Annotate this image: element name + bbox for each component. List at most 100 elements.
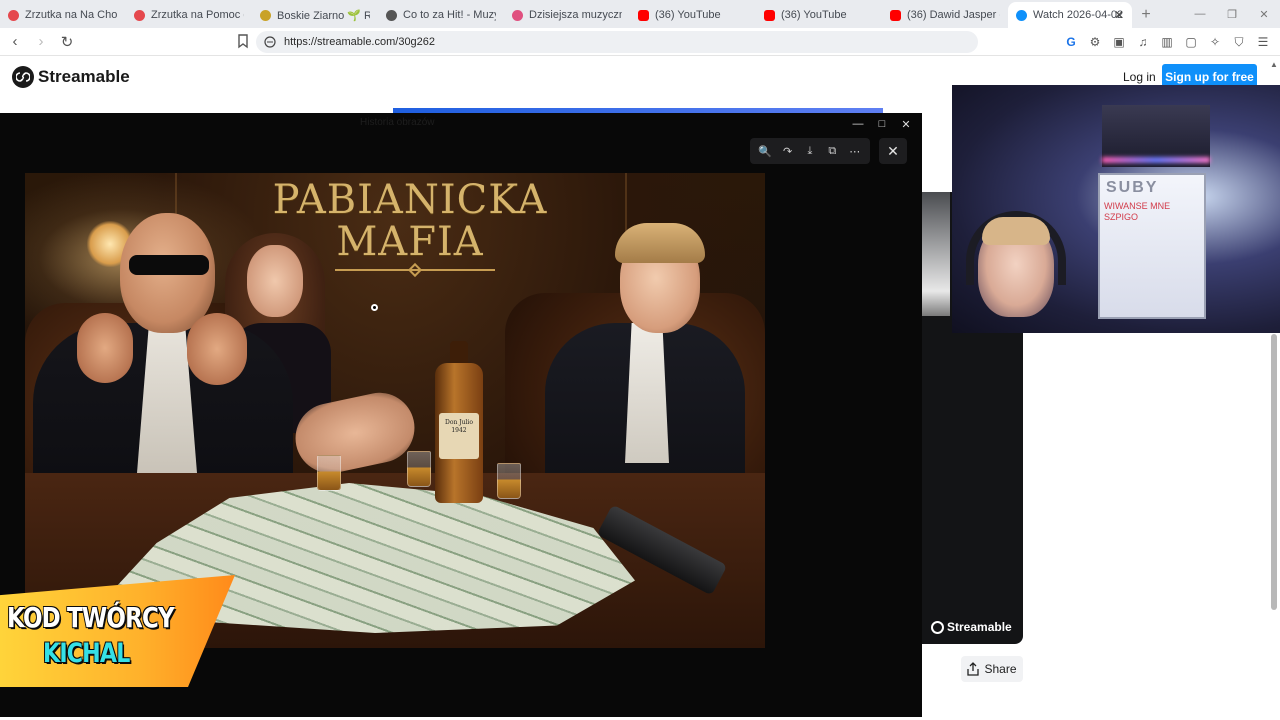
whiteboard-notes: WIWANSE MNE SZPIGO — [1104, 201, 1171, 222]
youtube-favicon-icon — [764, 9, 775, 21]
streamable-watermark: Streamable — [931, 620, 1012, 634]
tab-favicon-icon — [134, 9, 145, 21]
creator-code-label: KOD TWÓRCY — [7, 601, 175, 634]
address-bar[interactable]: https://streamable.com/30g262 — [256, 31, 978, 53]
ai-icon[interactable]: ✧ — [1206, 33, 1224, 51]
browser-tab[interactable]: Dzisiejsza muzyczna krzyż — [504, 2, 630, 28]
man-right-shirt — [625, 323, 669, 463]
viewer-toolbar: 🔍 ↷ ⤓ ⧉ ⋯ — [750, 138, 870, 164]
sidebar-icon[interactable]: ▥ — [1158, 33, 1176, 51]
window-controls: — ❐ ✕ — [1184, 0, 1280, 28]
tab-label: Watch 2026-04-02 18 — [1033, 9, 1124, 21]
video-frame — [922, 192, 950, 316]
screenshot-icon[interactable]: ▣ — [1110, 33, 1128, 51]
site-info-icon[interactable] — [264, 36, 276, 48]
tab-label: (36) YouTube — [655, 9, 721, 21]
forward-button[interactable]: › — [30, 31, 52, 53]
restore-window-button[interactable]: ❐ — [1216, 0, 1248, 28]
whiteboard-title: SUBY — [1106, 179, 1159, 196]
displayed-image: Don Julio 1942 PABIANICKA MAFIA — [25, 173, 765, 648]
rotate-icon[interactable]: ↷ — [778, 145, 798, 158]
browser-tab[interactable]: Co to za Hit! - Muzyczny Q — [378, 2, 504, 28]
tab-close-icon[interactable]: ✕ — [1114, 8, 1124, 22]
browser-tab-active[interactable]: Watch 2026-04-02 18 ✕ — [1008, 2, 1132, 28]
tab-label: Dzisiejsza muzyczna krzyż — [529, 9, 622, 21]
browser-tab[interactable]: (36) YouTube — [756, 2, 882, 28]
zoom-icon[interactable]: 🔍 — [755, 145, 775, 158]
browser-tab[interactable]: Boskie Ziarno 🌱 Rekordy — [252, 2, 378, 28]
tab-favicon-icon — [512, 9, 523, 21]
creator-code-value: KICHAL — [43, 638, 130, 669]
bottle-label: Don Julio 1942 — [439, 413, 479, 459]
viewer-titlebar: Historia obrazów — □ ✕ — [0, 113, 922, 135]
webcam-whiteboard: SUBY WIWANSE MNE SZPIGO — [1098, 173, 1206, 319]
viewer-minimize-button[interactable]: — — [846, 115, 870, 133]
image-title-line1: PABIANICKA — [272, 177, 548, 223]
wallet-icon[interactable]: ▢ — [1182, 33, 1200, 51]
webcam-person-hair — [982, 217, 1050, 245]
browser-toolbar: ‹ › ↻ https://streamable.com/30g262 G ⚙ … — [0, 28, 1280, 56]
browser-tab-strip: Zrzutka na Na Chore Osob Zrzutka na Pomo… — [0, 0, 1280, 28]
tab-label: Zrzutka na Pomoc dla Mal — [151, 9, 244, 21]
shot-glass — [407, 451, 431, 487]
media-icon[interactable]: ♫ — [1134, 33, 1152, 51]
title-ornament-center — [407, 262, 423, 278]
tab-favicon-icon — [260, 9, 271, 21]
browser-tab[interactable]: (36) YouTube — [630, 2, 756, 28]
viewer-window-controls: — □ ✕ — [846, 115, 918, 133]
viewer-close-button[interactable]: ✕ — [879, 138, 907, 164]
extension-icon[interactable]: ⚙ — [1086, 33, 1104, 51]
share-button[interactable]: Share — [961, 656, 1023, 682]
browser-tab[interactable]: (36) Dawid Jasper - Ogląd — [882, 2, 1008, 28]
man-right-hair — [615, 223, 705, 263]
browser-tab[interactable]: Zrzutka na Pomoc dla Mal — [126, 2, 252, 28]
streamable-watermark-icon — [931, 620, 944, 634]
extension-icons: G ⚙ ▣ ♫ ▥ ▢ ✧ ⛉ ☰ — [1062, 33, 1272, 51]
sunglasses — [129, 255, 209, 275]
back-button[interactable]: ‹ — [4, 31, 26, 53]
webcam-led-strip — [1102, 157, 1210, 163]
tab-label: Zrzutka na Na Chore Osob — [25, 9, 118, 21]
viewer-maximize-button[interactable]: □ — [870, 115, 894, 133]
share-icon — [967, 662, 980, 676]
new-tab-button[interactable]: + — [1132, 2, 1160, 28]
streamable-logo[interactable]: Streamable — [12, 66, 130, 88]
watermark-text: Streamable — [947, 620, 1012, 634]
shot-glass — [317, 455, 341, 491]
mouse-cursor-icon — [371, 304, 378, 311]
tab-favicon-icon — [8, 9, 19, 21]
reload-button[interactable]: ↻ — [56, 31, 78, 53]
thumbs-up-hand — [187, 313, 247, 385]
menu-icon[interactable]: ☰ — [1254, 33, 1272, 51]
shield-icon[interactable]: ⛉ — [1230, 33, 1248, 51]
tab-label: (36) YouTube — [781, 9, 847, 21]
youtube-favicon-icon — [638, 9, 649, 21]
thumbs-up-hand — [77, 313, 133, 383]
download-icon[interactable]: ⤓ — [800, 145, 820, 158]
open-external-icon[interactable]: ⧉ — [822, 145, 842, 158]
viewer-title: Historia obrazów — [360, 117, 435, 128]
youtube-favicon-icon — [890, 9, 901, 21]
shot-glass — [497, 463, 521, 499]
login-link[interactable]: Log in — [1123, 70, 1156, 84]
tab-label: Co to za Hit! - Muzyczny Q — [403, 9, 496, 21]
logo-text: Streamable — [38, 67, 130, 86]
webcam-overlay: SUBY WIWANSE MNE SZPIGO — [952, 85, 1280, 333]
streamable-logo-icon — [12, 66, 34, 88]
scrollbar-thumb[interactable] — [1271, 334, 1277, 610]
bookmark-icon[interactable] — [234, 32, 252, 50]
share-label: Share — [984, 662, 1017, 676]
tab-label: Boskie Ziarno 🌱 Rekordy — [277, 9, 370, 22]
tab-favicon-icon — [386, 9, 397, 21]
viewer-close-window-button[interactable]: ✕ — [894, 115, 918, 133]
minimize-window-button[interactable]: — — [1184, 0, 1216, 28]
streamable-favicon-icon — [1016, 9, 1027, 21]
url-text: https://streamable.com/30g262 — [284, 36, 436, 48]
more-options-icon[interactable]: ⋯ — [845, 145, 865, 158]
translate-icon[interactable]: G — [1062, 33, 1080, 51]
browser-tab[interactable]: Zrzutka na Na Chore Osob — [0, 2, 126, 28]
close-window-button[interactable]: ✕ — [1248, 0, 1280, 28]
tab-label: (36) Dawid Jasper - Ogląd — [907, 9, 1000, 21]
image-title-line2: MAFIA — [336, 219, 484, 265]
scroll-up-arrow-icon[interactable]: ▲ — [1270, 60, 1278, 69]
